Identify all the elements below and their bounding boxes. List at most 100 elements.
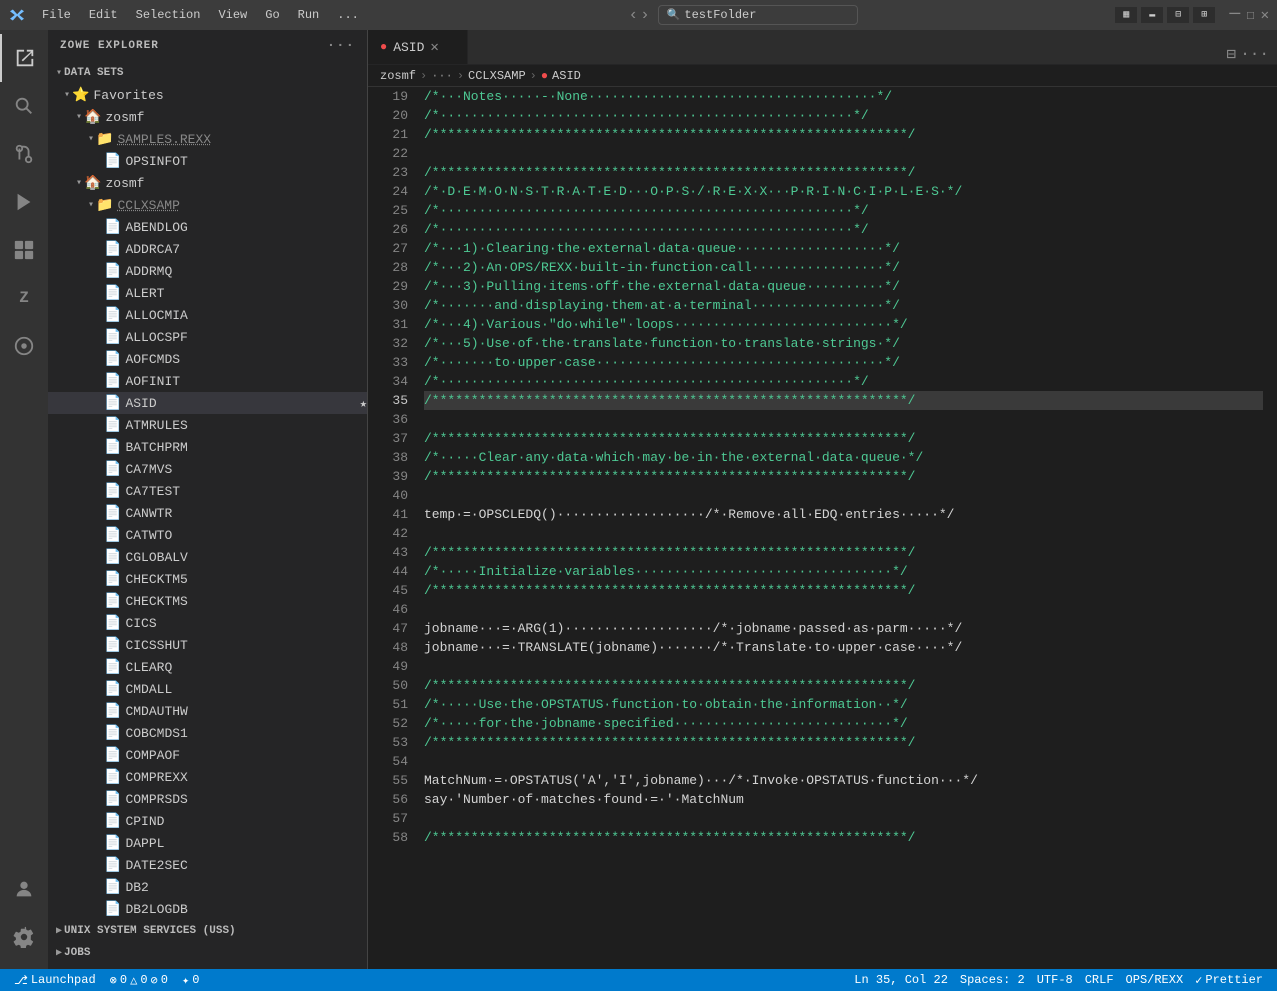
tree-item-alert[interactable]: 📄ALERT [48, 282, 367, 304]
db2logdb-icon: 📄 [104, 901, 121, 918]
menu-go[interactable]: Go [257, 6, 287, 24]
activity-settings[interactable] [0, 913, 48, 961]
tree-item-db2[interactable]: 📄DB2 [48, 876, 367, 898]
status-sparkle[interactable]: ✦ 0 [176, 969, 205, 991]
tree-item-ca7mvs[interactable]: 📄CA7MVS [48, 458, 367, 480]
tree-item-compaof[interactable]: 📄COMPAOF [48, 744, 367, 766]
section-uss[interactable]: ▶ UNIX SYSTEM SERVICES (USS) [48, 920, 367, 942]
menu-file[interactable]: File [34, 6, 79, 24]
activity-account[interactable] [0, 865, 48, 913]
tree-item-opsinfot[interactable]: 📄 OPSINFOT [48, 150, 367, 172]
tree-item-zosmf-main[interactable]: ▾ 🏠 zosmf [48, 172, 367, 194]
tree-item-asid[interactable]: 📄 ASID ★ [48, 392, 367, 414]
editor-area: ● ASID ✕ ⊟ ··· zosmf › ··· › CCLXSAMP › … [368, 30, 1277, 969]
tree-item-aofinit[interactable]: 📄AOFINIT [48, 370, 367, 392]
code-line-56: say·'Number·of·matches·found·=·'·MatchNu… [424, 790, 1263, 809]
status-position[interactable]: Ln 35, Col 22 [848, 973, 954, 987]
tree-item-atmrules[interactable]: 📄ATMRULES [48, 414, 367, 436]
split-editor-icon[interactable]: ▦ [1115, 7, 1137, 23]
tree-item-cics[interactable]: 📄CICS [48, 612, 367, 634]
sidebar-more-icon[interactable]: ··· [327, 38, 355, 54]
activity-bar: Z [0, 30, 48, 969]
search-text: testFolder [684, 8, 756, 22]
code-content[interactable]: /*···Notes·····-·None···················… [416, 87, 1263, 969]
status-spaces[interactable]: Spaces: 2 [954, 973, 1031, 987]
tree-item-allocspf[interactable]: 📄ALLOCSPF [48, 326, 367, 348]
activity-explorer[interactable] [0, 34, 48, 82]
scrollbar-track[interactable] [1263, 87, 1277, 969]
tree-item-comprexx[interactable]: 📄COMPREXX [48, 766, 367, 788]
tree-item-checktms[interactable]: 📄CHECKTMS [48, 590, 367, 612]
tab-asid-icon: ● [380, 40, 387, 54]
more-tabs-btn[interactable]: ··· [1240, 45, 1269, 63]
menu-run[interactable]: Run [290, 6, 328, 24]
forward-arrow[interactable]: › [640, 6, 650, 24]
layout-icon-1[interactable]: ▬ [1141, 7, 1163, 23]
tree-item-cpind[interactable]: 📄CPIND [48, 810, 367, 832]
layout-icon-3[interactable]: ⊞ [1193, 7, 1215, 23]
tree-item-clearq[interactable]: 📄CLEARQ [48, 656, 367, 678]
tree-item-cobcmds1[interactable]: 📄COBCMDS1 [48, 722, 367, 744]
tree-item-cmdall[interactable]: 📄CMDALL [48, 678, 367, 700]
tree-item-checktm5[interactable]: 📄CHECKTM5 [48, 568, 367, 590]
status-branch[interactable]: ⎇ Launchpad [8, 969, 102, 991]
tree-label-checktms: CHECKTMS [125, 594, 367, 609]
warning-icon: △ [130, 973, 137, 988]
tree-item-dappl[interactable]: 📄DAPPL [48, 832, 367, 854]
tree-item-cglobalv[interactable]: 📄CGLOBALV [48, 546, 367, 568]
status-encoding[interactable]: UTF-8 [1031, 973, 1079, 987]
back-arrow[interactable]: ‹ [628, 6, 638, 24]
status-eol[interactable]: CRLF [1079, 973, 1120, 987]
tree-item-ca7test[interactable]: 📄CA7TEST [48, 480, 367, 502]
status-language[interactable]: OPS/REXX [1120, 973, 1190, 987]
status-prettier[interactable]: ✓ Prettier [1189, 973, 1269, 988]
tab-asid-close[interactable]: ✕ [430, 39, 438, 56]
tree-item-zosmf-fav[interactable]: ▾ 🏠 zosmf [48, 106, 367, 128]
activity-remote[interactable] [0, 322, 48, 370]
status-info-label: 0 [161, 973, 168, 987]
tab-asid[interactable]: ● ASID ✕ [368, 30, 468, 64]
datasets-chevron: ▾ [56, 67, 62, 79]
restore-btn[interactable]: ☐ [1246, 7, 1254, 24]
tree-item-cclxsamp[interactable]: ▾ 📁 CCLXSAMP [48, 194, 367, 216]
comprexx-icon: 📄 [104, 769, 121, 786]
tree-item-addrmq[interactable]: 📄ADDRMQ [48, 260, 367, 282]
activity-extensions[interactable] [0, 226, 48, 274]
tree-item-abendlog[interactable]: 📄ABENDLOG [48, 216, 367, 238]
alert-icon: 📄 [104, 285, 121, 302]
layout-icon-2[interactable]: ⊟ [1167, 7, 1189, 23]
tree-item-samples[interactable]: ▾ 📁 SAMPLES.REXX [48, 128, 367, 150]
activity-source-control[interactable] [0, 130, 48, 178]
section-datasets[interactable]: ▾ DATA SETS [48, 62, 367, 84]
tree-item-cmdauthw[interactable]: 📄CMDAUTHW [48, 700, 367, 722]
activity-run[interactable] [0, 178, 48, 226]
menu-selection[interactable]: Selection [128, 6, 209, 24]
tree-item-batchprm[interactable]: 📄BATCHPRM [48, 436, 367, 458]
tree-item-db2logdb[interactable]: 📄DB2LOGDB [48, 898, 367, 920]
search-bar[interactable]: 🔍 testFolder [658, 5, 858, 25]
tree-item-comprsds[interactable]: 📄COMPRSDS [48, 788, 367, 810]
tree-item-catwto[interactable]: 📄CATWTO [48, 524, 367, 546]
activity-search[interactable] [0, 82, 48, 130]
status-errors[interactable]: ⊗ 0 △ 0 ⊘ 0 [104, 969, 174, 991]
info-icon: ⊘ [151, 973, 158, 988]
menu-edit[interactable]: Edit [81, 6, 126, 24]
menu-more[interactable]: ... [329, 6, 367, 24]
minimize-btn[interactable]: ─ [1229, 5, 1240, 25]
tree-item-cicsshut[interactable]: 📄CICSSHUT [48, 634, 367, 656]
tree-item-date2sec[interactable]: 📄DATE2SEC [48, 854, 367, 876]
menu-view[interactable]: View [210, 6, 255, 24]
tree-item-favorites[interactable]: ▾ ⭐ Favorites [48, 84, 367, 106]
sidebar-scroll[interactable]: ▾ DATA SETS ▾ ⭐ Favorites ▾ 🏠 zosmf ▾ 📁 … [48, 62, 367, 969]
tab-asid-label: ASID [393, 40, 424, 55]
activity-zowe[interactable]: Z [0, 274, 48, 322]
tree-item-allocmia[interactable]: 📄ALLOCMIA [48, 304, 367, 326]
tree-item-addrca7[interactable]: 📄ADDRCA7 [48, 238, 367, 260]
tree-item-canwtr[interactable]: 📄CANWTR [48, 502, 367, 524]
section-jobs[interactable]: ▶ JOBS [48, 942, 367, 964]
close-btn[interactable]: ✕ [1261, 7, 1269, 24]
tree-item-aofcmds[interactable]: 📄AOFCMDS [48, 348, 367, 370]
code-editor[interactable]: 1920212223242526272829303132333435363738… [368, 87, 1277, 969]
code-line-34: /*······································… [424, 372, 1263, 391]
split-editor-btn[interactable]: ⊟ [1227, 44, 1237, 64]
